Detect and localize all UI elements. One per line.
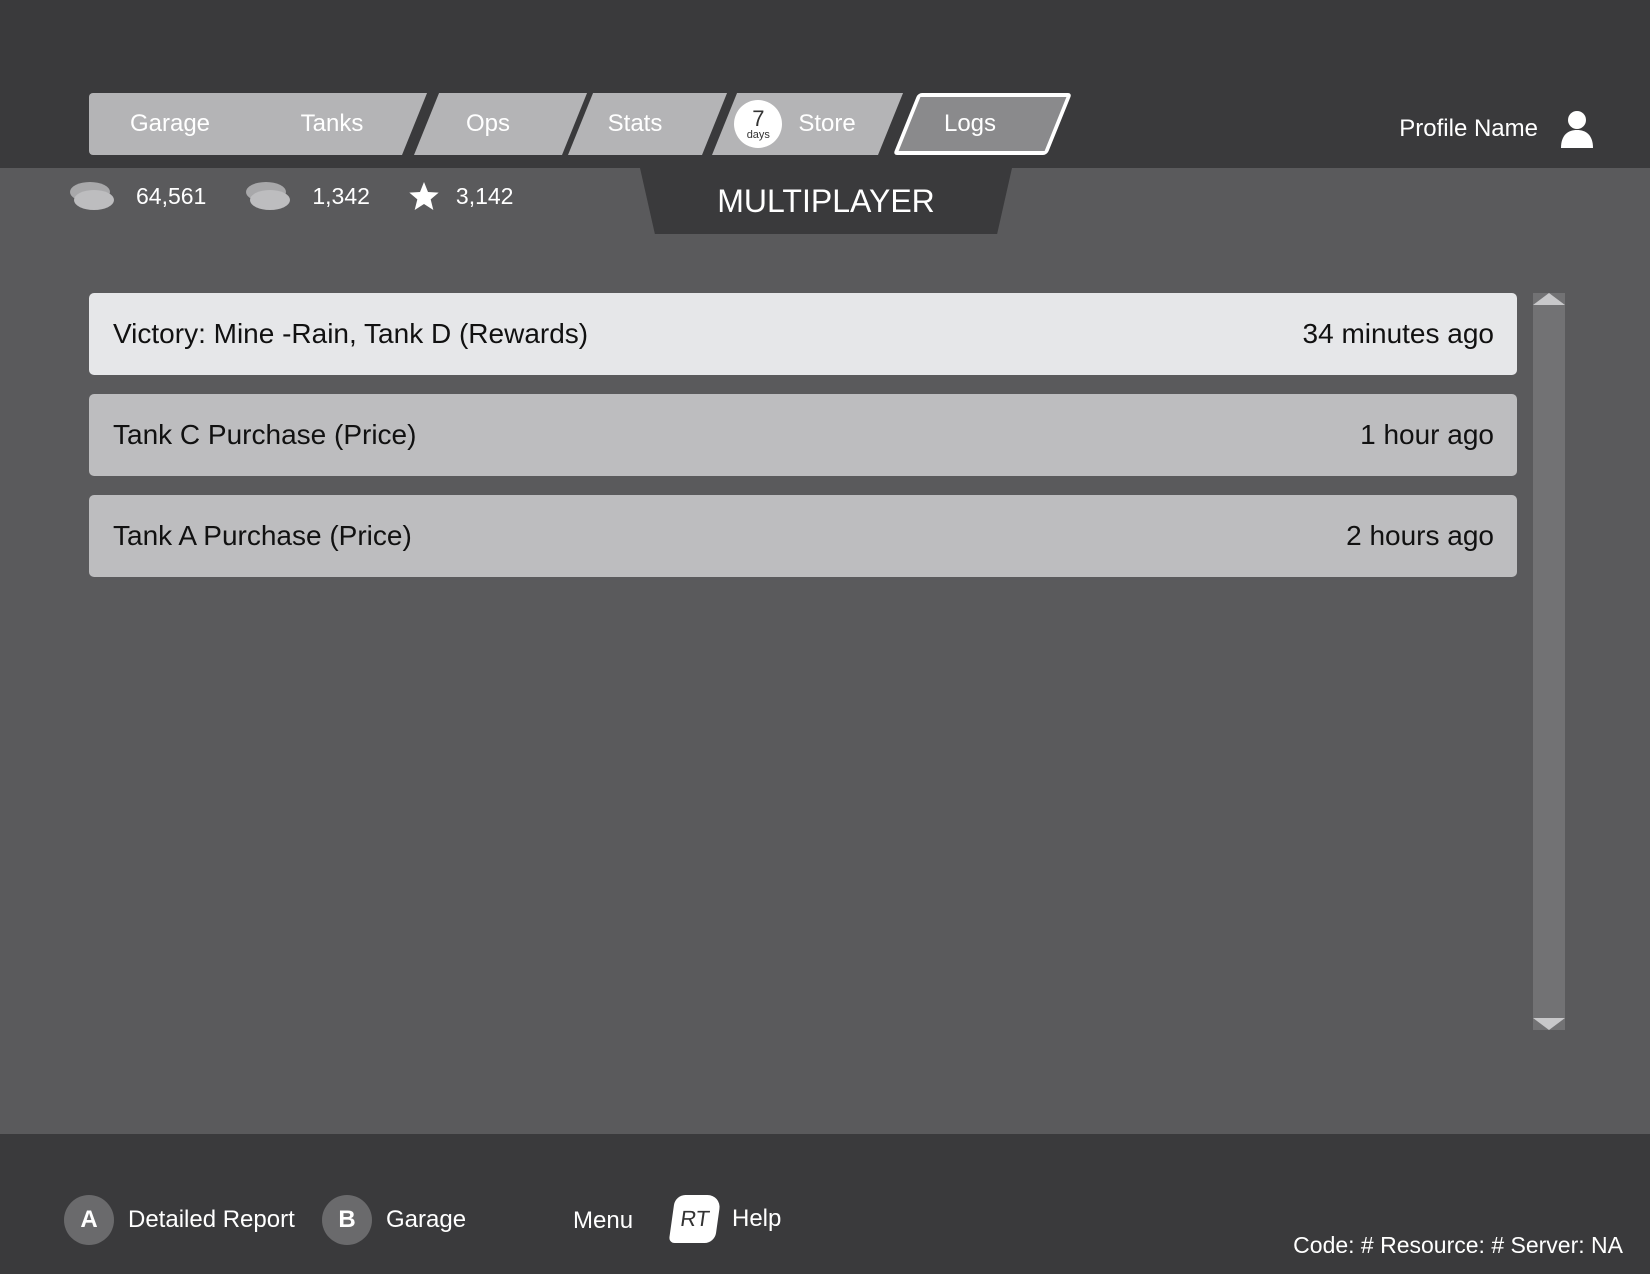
hint-detailed-report-label: Detailed Report <box>128 1206 295 1233</box>
log-scrollbar[interactable] <box>1533 293 1565 1030</box>
tab-garage[interactable]: Garage <box>89 93 289 155</box>
tab-ops[interactable]: Ops <box>414 93 588 155</box>
b-button-glyph: B <box>338 1206 356 1233</box>
profile[interactable]: Profile Name <box>1399 110 1594 148</box>
log-row-time: 1 hour ago <box>1360 419 1494 450</box>
hint-menu[interactable]: Menu <box>573 1207 633 1235</box>
hint-detailed-report[interactable]: A Detailed Report <box>64 1195 295 1245</box>
hint-garage-label: Garage <box>386 1206 467 1233</box>
days-badge: 7 days <box>734 100 783 148</box>
a-button-icon: A <box>64 1195 114 1245</box>
scroll-up-icon[interactable] <box>1533 293 1565 305</box>
profile-name: Profile Name <box>1399 115 1538 142</box>
log-row-time: 2 hours ago <box>1346 520 1494 551</box>
mode-title: MULTIPLAYER <box>640 168 1012 234</box>
tab-store[interactable]: 7 days Store <box>712 93 904 155</box>
tab-tanks[interactable]: Tanks <box>262 93 428 155</box>
tab-logs-label: Logs <box>943 110 997 137</box>
tab-garage-label: Garage <box>129 110 211 137</box>
log-row[interactable]: Tank C Purchase (Price) 1 hour ago <box>89 394 1517 476</box>
log-row[interactable]: Victory: Mine -Rain, Tank D (Rewards) 34… <box>89 293 1517 375</box>
log-list: Victory: Mine -Rain, Tank D (Rewards) 34… <box>89 293 1517 596</box>
currency-secondary-value: 1,342 <box>312 182 370 209</box>
b-button-icon: B <box>322 1195 372 1245</box>
log-row[interactable]: Tank A Purchase (Price) 2 hours ago <box>89 495 1517 577</box>
currency-stars-value: 3,142 <box>455 182 514 209</box>
log-row-text: Tank C Purchase (Price) <box>113 419 417 450</box>
tab-ops-label: Ops <box>465 110 510 137</box>
currency-stars: 3,142 <box>408 180 514 212</box>
currency-primary-value: 64,561 <box>136 182 207 209</box>
tab-stats[interactable]: Stats <box>568 93 728 155</box>
currency-primary: 64,561 <box>68 180 206 212</box>
currency-secondary: 1,342 <box>244 180 370 212</box>
star-icon <box>409 182 439 210</box>
a-button-glyph: A <box>80 1206 98 1233</box>
days-badge-number: 7 <box>752 105 765 131</box>
tab-store-label: Store <box>798 110 856 137</box>
rt-trigger-glyph: RT <box>678 1206 712 1231</box>
tab-logs[interactable]: Logs <box>893 93 1073 155</box>
tab-stats-label: Stats <box>607 110 663 137</box>
coin-stack-icon <box>246 182 291 210</box>
hint-help-label: Help <box>732 1205 782 1232</box>
tab-tanks-label: Tanks <box>300 110 364 137</box>
server-info: Code: # Resource: # Server: NA <box>1293 1232 1623 1258</box>
scroll-down-icon[interactable] <box>1533 1018 1565 1030</box>
rt-trigger-icon: RT <box>668 1195 722 1243</box>
currency-bar: 64,561 1,342 3,142 <box>68 180 551 212</box>
log-row-time: 34 minutes ago <box>1302 318 1494 349</box>
hint-garage[interactable]: B Garage <box>322 1195 466 1245</box>
log-row-text: Victory: Mine -Rain, Tank D (Rewards) <box>113 318 589 349</box>
user-icon <box>1561 111 1593 148</box>
log-row-text: Tank A Purchase (Price) <box>113 520 412 551</box>
coin-stack-icon <box>70 182 114 210</box>
days-badge-unit: days <box>746 128 770 141</box>
hint-menu-label: Menu <box>573 1207 634 1234</box>
mode-title-text: MULTIPLAYER <box>717 182 935 219</box>
hint-help[interactable]: RT Help <box>668 1195 782 1243</box>
